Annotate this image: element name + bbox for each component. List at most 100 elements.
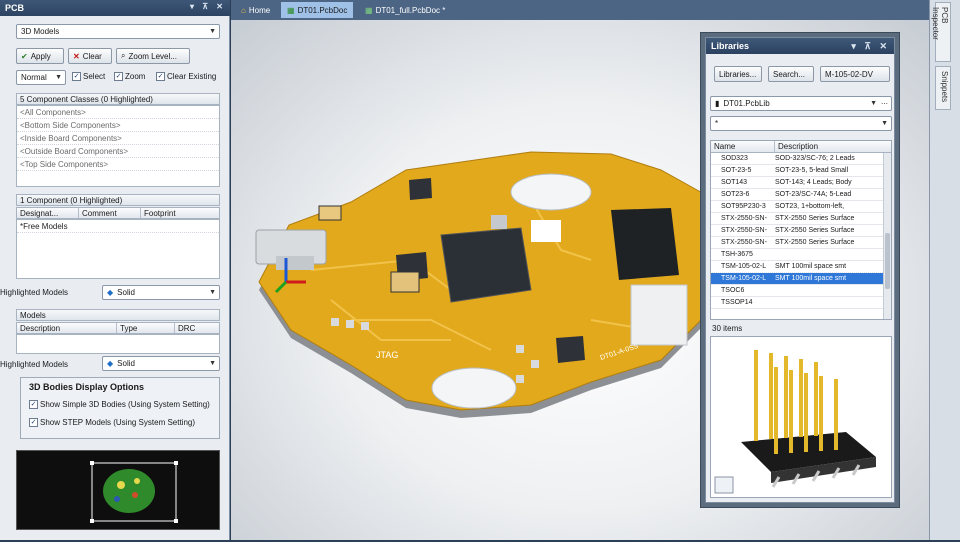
tab-dt01-pcbdoc[interactable]: ▦ DT01.PcbDoc xyxy=(281,2,354,18)
list-item[interactable]: <Top Side Components> xyxy=(17,158,219,171)
components-table-body: SOD323 SOD-323/SC-76; 2 Leads SOT-23-5 SOT-… xyxy=(711,153,891,309)
table-row[interactable]: SOT-23-5 SOT-23-5, 5-lead Small xyxy=(711,165,891,177)
check-icon: ✓ xyxy=(114,72,123,81)
library-select[interactable]: ▮ DT01.PcbLib ▼ ⋯ xyxy=(710,96,892,111)
scrollbar[interactable] xyxy=(883,153,891,319)
row-name: TSM-105-02-L xyxy=(721,262,767,270)
highlighted-models-select-2[interactable]: ◆ Solid ▼ xyxy=(102,356,220,371)
apply-icon: ✔ xyxy=(21,51,28,61)
components-table[interactable]: Name Description SOD323 SOD-323/SC-76; 2 … xyxy=(710,140,892,320)
table-row[interactable]: TSOC6 xyxy=(711,285,891,297)
tab-dt01-full-pcbdoc[interactable]: ▦ DT01_full.PcbDoc * xyxy=(359,2,451,18)
magnifier-icon: ⌕ xyxy=(121,51,126,60)
check-icon: ✓ xyxy=(29,418,38,427)
list-item[interactable]: <Outside Board Components> xyxy=(17,145,219,158)
footprint-preview[interactable] xyxy=(710,336,892,498)
row-description: SOT-23-5, 5-lead Small xyxy=(775,166,849,174)
col-description[interactable]: Description xyxy=(775,141,883,152)
row-name: TSOC6 xyxy=(721,286,745,294)
row-name: STX-2550-SN- xyxy=(721,214,767,222)
pcb-panel-title: PCB ▾ ⊼ ✕ xyxy=(0,0,230,16)
scrollbar-thumb[interactable] xyxy=(885,233,890,289)
pcb-doc-icon: ▦ xyxy=(365,5,373,15)
libraries-button-label: Libraries... xyxy=(719,69,757,79)
table-row[interactable]: *Free Models xyxy=(17,220,219,233)
row-name: TSSOP14 xyxy=(721,298,753,306)
libraries-button[interactable]: Libraries... xyxy=(714,66,762,82)
chevron-down-icon: ▼ xyxy=(870,100,877,107)
highlighted-models-label-2: Highlighted Models xyxy=(0,360,100,369)
row-name: SOT143 xyxy=(721,178,748,186)
row-name: SOT95P230-3 xyxy=(721,202,766,210)
highlighted-models-select[interactable]: ◆ Solid ▼ xyxy=(102,285,220,300)
zoom-level-button[interactable]: ⌕ Zoom Level... xyxy=(116,48,190,64)
models-list[interactable] xyxy=(16,334,220,354)
col-drc[interactable]: DRC xyxy=(175,323,219,333)
highlighted-models-value-2: Solid xyxy=(117,359,135,368)
more-icon: ⋯ xyxy=(881,101,888,108)
select-label: Select xyxy=(83,72,106,81)
items-count: 30 items xyxy=(712,324,743,333)
board-preview[interactable] xyxy=(16,450,220,530)
check-icon: ✓ xyxy=(72,72,81,81)
bottom-cylinder xyxy=(431,367,517,409)
tab-snippets[interactable]: Snippets xyxy=(935,66,951,110)
table-row[interactable]: STX-2550-SN- STX-2550 Series Surface xyxy=(711,213,891,225)
mode-select-value: 3D Models xyxy=(21,27,60,36)
col-footprint[interactable]: Footprint xyxy=(141,208,219,218)
clear-button[interactable]: ✕ Clear xyxy=(68,48,112,64)
zoom-checkbox[interactable]: ✓ Zoom xyxy=(114,72,145,81)
home-icon: ⌂ xyxy=(241,5,246,15)
col-designator[interactable]: Designat... xyxy=(17,208,79,218)
select-checkbox[interactable]: ✓ Select xyxy=(72,72,105,81)
board-preview-thumbnail xyxy=(90,461,178,523)
col-description[interactable]: Description xyxy=(17,323,117,333)
filter-input[interactable]: * ▼ xyxy=(710,116,892,131)
apply-button[interactable]: ✔ Apply xyxy=(16,48,64,64)
list-item[interactable]: <Inside Board Components> xyxy=(17,132,219,145)
components-header-text: 1 Component (0 Highlighted) xyxy=(20,195,123,205)
document-tabbar: ⌂ Home ▦ DT01.PcbDoc ▦ DT01_full.PcbDoc * xyxy=(231,0,929,20)
clear-existing-checkbox[interactable]: ✓ Clear Existing xyxy=(156,72,216,81)
list-item[interactable]: <All Components> xyxy=(17,106,219,119)
show-step-models-checkbox[interactable]: ✓ Show STEP Models (Using System Setting) xyxy=(29,418,219,427)
table-row[interactable]: TSM-105-02-L SMT 100mil space smt xyxy=(711,272,891,286)
components-list[interactable]: *Free Models xyxy=(16,219,220,279)
show-simple-label: Show Simple 3D Bodies (Using System Sett… xyxy=(40,400,210,409)
col-comment[interactable]: Comment xyxy=(79,208,141,218)
highlighted-models-text: Highlighted Models xyxy=(0,288,69,297)
col-type[interactable]: Type xyxy=(117,323,175,333)
table-row[interactable]: SOT95P230-3 SOT23, 1+bottom-left, xyxy=(711,201,891,213)
row-description: SMT 100mil space smt xyxy=(775,274,847,282)
panel-controls[interactable]: ▾ ⊼ ✕ xyxy=(190,2,226,11)
table-row[interactable]: TSSOP14 xyxy=(711,297,891,309)
show-simple-bodies-checkbox[interactable]: ✓ Show Simple 3D Bodies (Using System Set… xyxy=(29,400,219,409)
row-description: STX-2550 Series Surface xyxy=(775,226,855,234)
search-button[interactable]: Search... xyxy=(768,66,814,82)
tab-label: Home xyxy=(248,5,271,15)
zoom-level-label: Zoom Level... xyxy=(128,51,177,61)
filter-mode-select[interactable]: Normal ▼ xyxy=(16,70,66,85)
mode-select[interactable]: 3D Models ▼ xyxy=(16,24,220,39)
col-name[interactable]: Name xyxy=(711,141,775,152)
chevron-down-icon: ▼ xyxy=(209,28,216,35)
components-table-header: Name Description xyxy=(711,141,891,153)
table-row[interactable]: TSH-3675 xyxy=(711,249,891,261)
row-description: SMT 100mil space smt xyxy=(775,262,847,270)
tab-pcb-inspector[interactable]: PCB Inspector xyxy=(931,2,951,62)
table-row[interactable]: SOD323 SOD-323/SC-76; 2 Leads xyxy=(711,153,891,165)
table-row[interactable]: TSM-105-02-L SMT 100mil space smt xyxy=(711,261,891,273)
table-row[interactable]: STX-2550-SN- STX-2550 Series Surface xyxy=(711,237,891,249)
table-row[interactable]: SOT143 SOT-143; 4 Leads; Body xyxy=(711,177,891,189)
tab-home[interactable]: ⌂ Home xyxy=(235,2,276,18)
list-item[interactable]: <Bottom Side Components> xyxy=(17,119,219,132)
classes-list[interactable]: <All Components> <Bottom Side Components… xyxy=(16,105,220,187)
pcb-panel: PCB ▾ ⊼ ✕ 3D Models ▼ ✔ Apply ✕ Clear ⌕ Zoo… xyxy=(0,0,230,540)
panel-controls[interactable]: ▾ ⊼ ✕ xyxy=(851,41,890,52)
highlighted-models-text: Highlighted Models xyxy=(0,360,69,369)
table-row[interactable]: SOT23-6 SOT-23/SC-74A; 5-Lead xyxy=(711,189,891,201)
place-button[interactable]: M-105-02-DV xyxy=(820,66,890,82)
row-name: STX-2550-SN- xyxy=(721,226,767,234)
libraries-panel: Libraries ▾ ⊼ ✕ Libraries... Search... M… xyxy=(705,37,895,503)
table-row[interactable]: STX-2550-SN- STX-2550 Series Surface xyxy=(711,225,891,237)
